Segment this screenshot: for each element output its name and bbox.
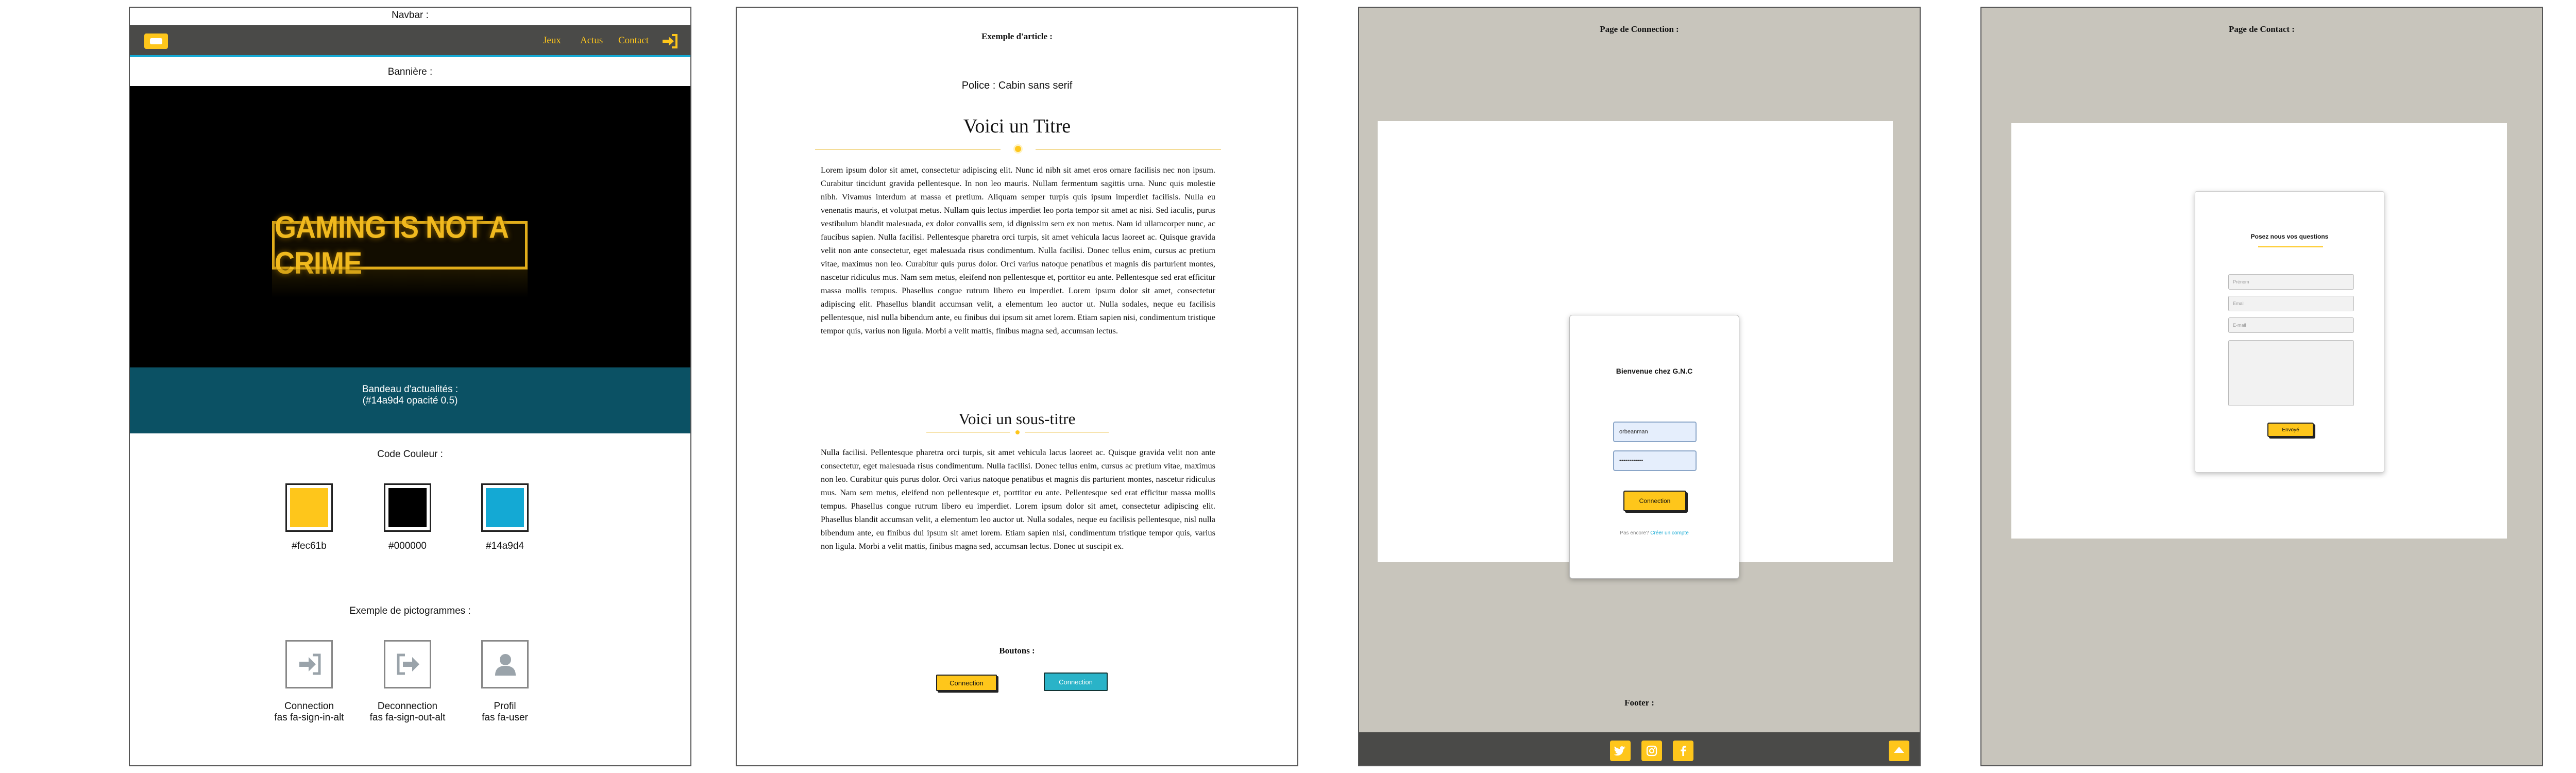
- font-note: Police : Cabin sans serif: [961, 80, 1073, 91]
- banner-label: Bannière :: [387, 66, 433, 77]
- swatch-label-yellow: #fec61b: [292, 541, 327, 551]
- subtitle-divider-dot: [1015, 430, 1020, 434]
- twitter-icon[interactable]: [1610, 741, 1631, 761]
- password-field[interactable]: ••••••••••••: [1613, 450, 1697, 471]
- swatch-blue: [481, 483, 529, 532]
- nav-link-contact[interactable]: Contact: [618, 35, 649, 46]
- picto-name: Profil: [494, 701, 516, 712]
- login-card: Bienvenue chez G.N.C orbeanman •••••••••…: [1569, 315, 1739, 579]
- contact-card: Posez nous vos questions Prénom Email E-…: [2195, 191, 2384, 473]
- login-button[interactable]: Connection: [1623, 491, 1686, 511]
- picto-code: fas fa-user: [482, 712, 528, 723]
- ticker-subtext: (#14a9d4 opacité 0.5): [362, 395, 458, 406]
- facebook-icon[interactable]: [1673, 741, 1693, 761]
- design-board-navbar: Navbar : Jeux Actus Contact Bannière : G…: [129, 7, 691, 766]
- banner-logo-text: GAMING IS NOT A CRIME: [272, 210, 528, 280]
- page-content-area: Bienvenue chez G.N.C orbeanman •••••••••…: [1378, 121, 1893, 579]
- email-field[interactable]: Email: [2228, 296, 2354, 311]
- connection-button[interactable]: Connection: [936, 675, 997, 691]
- navbar-label: Navbar :: [392, 10, 429, 21]
- contact-page-label: Page de Contact :: [2229, 24, 2295, 34]
- sign-in-icon: [285, 640, 333, 688]
- username-field[interactable]: orbeanman: [1613, 422, 1697, 442]
- title-divider-dot: [1015, 146, 1021, 152]
- article-title: Voici un Titre: [963, 115, 1071, 137]
- design-board-login: Page de Connection : Bienvenue chez G.N.…: [1358, 7, 1921, 766]
- contact-title-underline: [2258, 246, 2323, 247]
- arrow-up-icon[interactable]: [1889, 741, 1909, 761]
- buttons-label: Boutons :: [999, 646, 1035, 656]
- login-page-label: Page de Connection :: [1600, 24, 1679, 34]
- gamepad-logo-icon[interactable]: [144, 33, 168, 49]
- subtitle-divider-left: [926, 432, 1010, 433]
- nav-link-actus[interactable]: Actus: [580, 35, 603, 46]
- no-account-text: Pas encore?: [1620, 530, 1649, 536]
- email-field-2[interactable]: E-mail: [2228, 317, 2354, 333]
- navbar: Jeux Actus Contact: [130, 25, 690, 57]
- article-paragraph: Nulla facilisi. Pellentesque pharetra or…: [821, 447, 1215, 551]
- swatch-label-black: #000000: [388, 541, 427, 551]
- login-title: Bienvenue chez G.N.C: [1616, 367, 1693, 375]
- connection-button-alt[interactable]: Connection: [1044, 673, 1108, 691]
- footer: [1359, 732, 1920, 765]
- banner-reflection: [272, 269, 528, 298]
- article-paragraph: Lorem ipsum dolor sit amet, consectetur …: [821, 165, 1215, 335]
- ticker-text: Bandeau d'actualités :: [362, 384, 459, 395]
- footer-label: Footer :: [1624, 698, 1654, 708]
- swatch-label-blue: #14a9d4: [486, 541, 524, 551]
- article-subtitle: Voici un sous-titre: [958, 410, 1076, 428]
- swatch-black: [384, 483, 431, 532]
- title-divider-left: [815, 149, 1001, 150]
- sign-out-icon: [384, 640, 431, 688]
- firstname-field[interactable]: Prénom: [2228, 274, 2354, 290]
- subtitle-divider-right: [1025, 432, 1109, 433]
- picto-caption-profil: Profil fas fa-user: [443, 701, 567, 724]
- create-account-link[interactable]: Créer un compte: [1650, 530, 1688, 536]
- sign-in-icon[interactable]: [662, 34, 678, 48]
- design-board-contact: Page de Contact : Posez nous vos questio…: [1980, 7, 2543, 766]
- article-example-label: Exemple d'article :: [981, 31, 1053, 41]
- send-button[interactable]: Envoyé: [2267, 423, 2314, 437]
- swatch-yellow: [285, 483, 333, 532]
- picto-label: Exemple de pictogrammes :: [349, 606, 471, 616]
- page-content-area: Posez nous vos questions Prénom Email E-…: [2011, 123, 2507, 539]
- news-ticker: Bandeau d'actualités : (#14a9d4 opacité …: [130, 367, 690, 433]
- message-textarea[interactable]: [2228, 340, 2354, 406]
- user-icon: [481, 640, 529, 688]
- nav-link-jeux[interactable]: Jeux: [543, 35, 561, 46]
- instagram-icon[interactable]: [1641, 741, 1662, 761]
- title-divider-right: [1036, 149, 1221, 150]
- color-code-label: Code Couleur :: [377, 449, 443, 460]
- design-board-article: Exemple d'article : Police : Cabin sans …: [736, 7, 1298, 766]
- account-prompt: Pas encore? Créer un compte: [1570, 530, 1739, 536]
- banner: GAMING IS NOT A CRIME: [130, 86, 690, 367]
- contact-title: Posez nous vos questions: [2250, 233, 2329, 240]
